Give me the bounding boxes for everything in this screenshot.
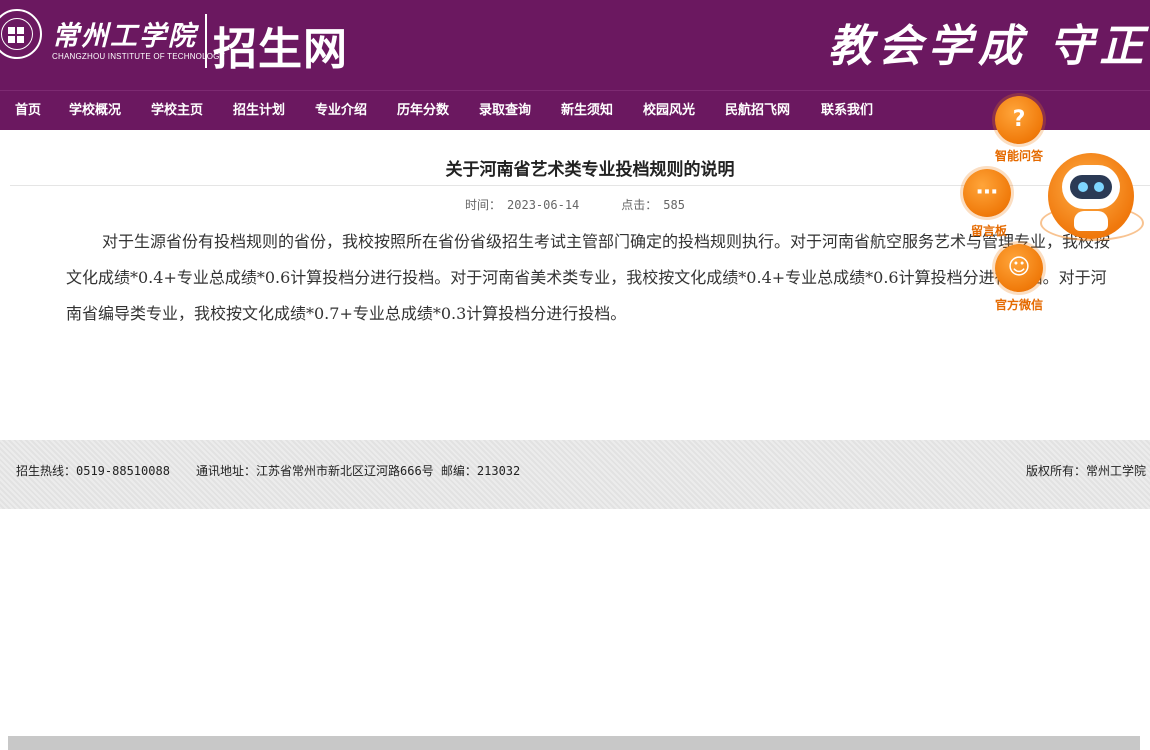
nav-item-contact[interactable]: 联系我们 xyxy=(821,91,873,131)
site-footer: 招生热线：0519-88510088 通讯地址：江苏省常州市新北区辽河路666号… xyxy=(0,440,1150,509)
site-header: 常州工学院 CHANGZHOU INSTITUTE OF TECHNOLOGY … xyxy=(0,0,1150,90)
nav-item-pilot-recruitment[interactable]: 民航招飞网 xyxy=(725,91,790,131)
school-name-cn: 常州工学院 xyxy=(52,21,197,52)
address-text: 通讯地址：江苏省常州市新北区辽河路666号 邮编：213032 xyxy=(196,464,521,478)
seal-mark xyxy=(8,27,15,34)
chat-bubble-icon: ⋯ xyxy=(976,180,998,205)
robot-eye xyxy=(1078,182,1088,192)
publish-date: 2023-06-14 xyxy=(507,198,580,212)
copyright-text: 版权所有：常州工学院 xyxy=(1025,464,1146,478)
question-icon: ? xyxy=(1012,107,1026,132)
school-seal-logo[interactable] xyxy=(0,9,42,59)
site-title: 招生网 xyxy=(213,24,348,75)
main-nav: 首页 学校概况 学校主页 招生计划 专业介绍 历年分数 录取查询 新生须知 校园… xyxy=(0,90,1150,130)
click-count: 585 xyxy=(663,198,685,212)
school-name-en: CHANGZHOU INSTITUTE OF TECHNOLOGY xyxy=(52,52,226,61)
nav-item-campus-scenery[interactable]: 校园风光 xyxy=(643,91,695,131)
nav-item-past-scores[interactable]: 历年分数 xyxy=(397,91,449,131)
nav-item-majors[interactable]: 专业介绍 xyxy=(315,91,367,131)
robot-head xyxy=(1062,165,1120,209)
seal-mark xyxy=(17,36,24,43)
robot-assistant-icon[interactable] xyxy=(1048,153,1134,239)
hotline-text: 招生热线：0519-88510088 xyxy=(16,464,170,478)
robot-eye xyxy=(1094,182,1104,192)
wechat-label[interactable]: 官方微信 xyxy=(995,296,1043,313)
wechat-button[interactable]: ☺ xyxy=(995,244,1043,292)
robot-body xyxy=(1074,211,1108,231)
school-motto: 教会学成 守正有 xyxy=(828,21,1150,72)
nav-item-home[interactable]: 首页 xyxy=(15,91,41,131)
nav-item-freshman-guide[interactable]: 新生须知 xyxy=(561,91,613,131)
article-body: 对于生源省份有投档规则的省份，我校按照所在省份省级招生考试主管部门确定的投档规则… xyxy=(66,232,1111,323)
nav-item-school-home[interactable]: 学校主页 xyxy=(151,91,203,131)
time-label: 时间： xyxy=(465,198,502,212)
horizontal-scrollbar[interactable] xyxy=(8,736,1140,750)
seal-mark xyxy=(8,36,15,43)
nav-item-admission-query[interactable]: 录取查询 xyxy=(479,91,531,131)
message-board-button[interactable]: ⋯ xyxy=(963,169,1011,217)
wechat-icon: ☺ xyxy=(1007,255,1031,280)
seal-inner-ring xyxy=(1,18,33,50)
seal-mark xyxy=(17,27,24,34)
smart-qa-button[interactable]: ? xyxy=(995,96,1043,144)
message-board-label[interactable]: 留言板 xyxy=(971,222,1007,239)
nav-item-enrollment-plan[interactable]: 招生计划 xyxy=(233,91,285,131)
nav-item-overview[interactable]: 学校概况 xyxy=(69,91,121,131)
robot-face xyxy=(1070,175,1112,199)
smart-qa-label[interactable]: 智能问答 xyxy=(995,147,1043,164)
clicks-label: 点击： xyxy=(621,198,658,212)
article-meta: 时间： 2023-06-14 点击： 585 xyxy=(465,196,691,213)
logo-divider xyxy=(205,14,207,68)
